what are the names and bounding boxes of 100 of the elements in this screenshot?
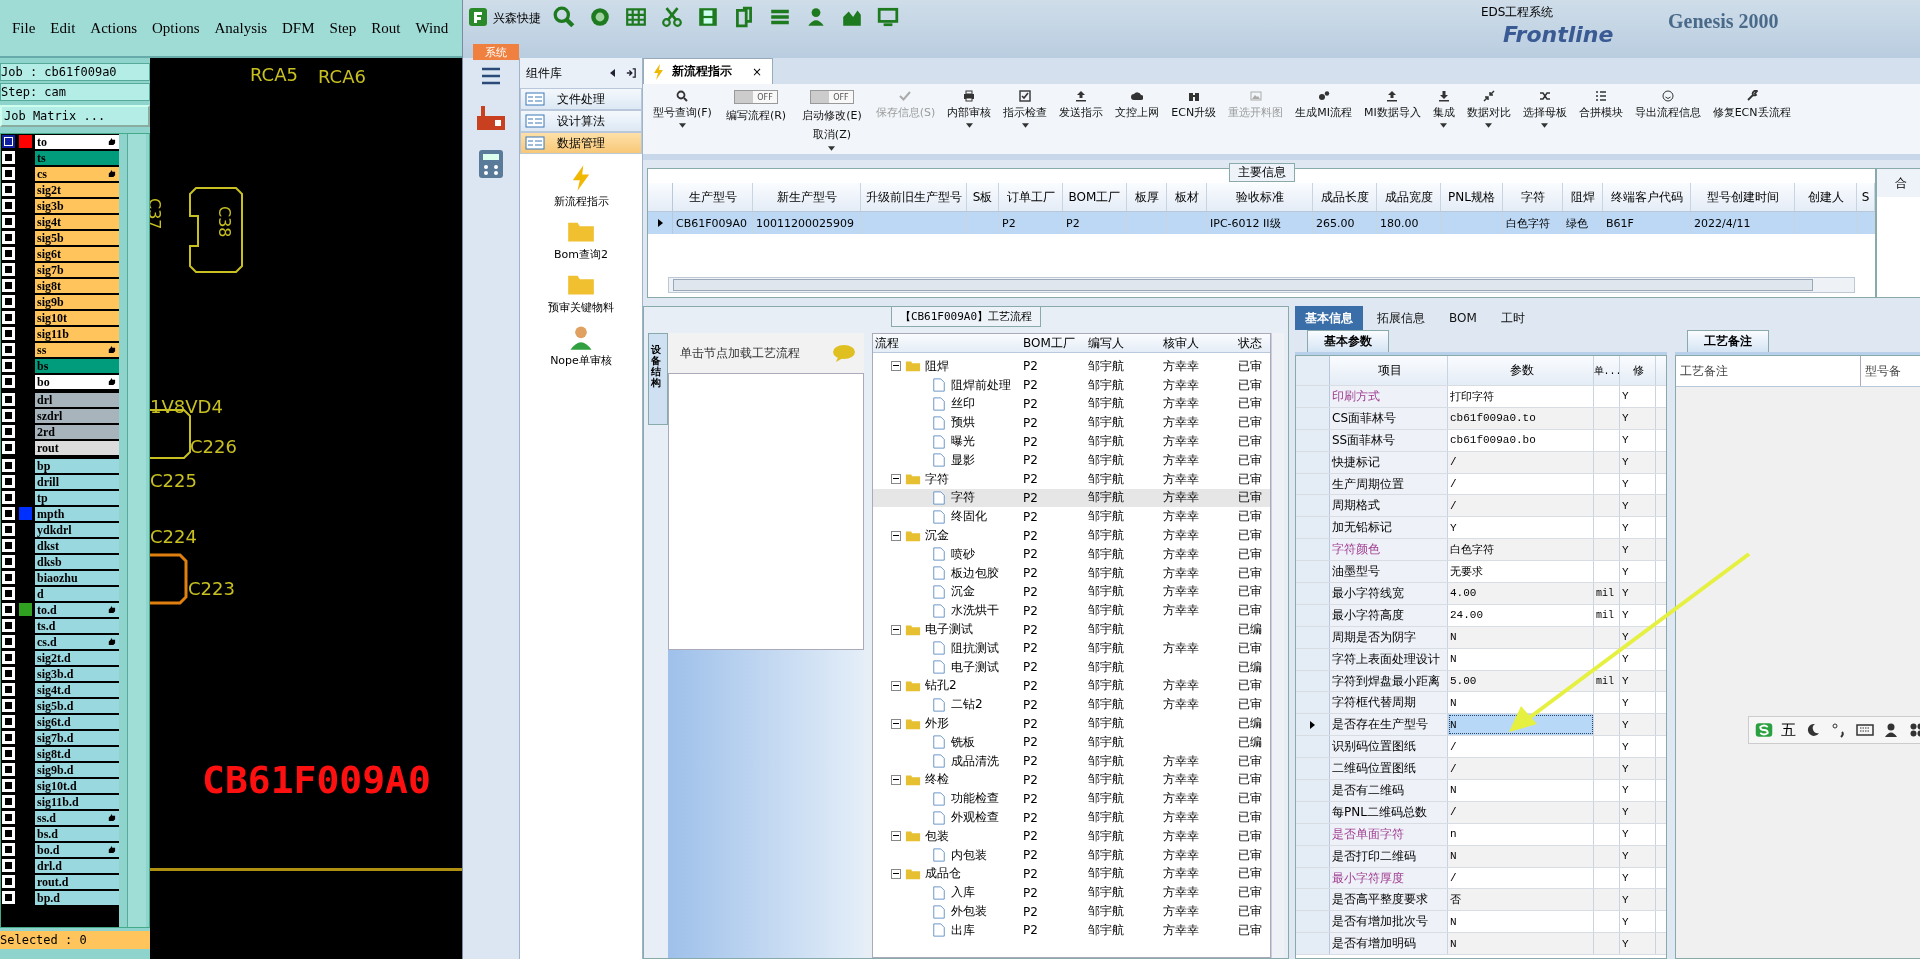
tree-row[interactable]: 沉金 P2 邹宇航 方幸幸 已审 <box>873 526 1270 545</box>
toggle-label[interactable]: 启动修改(E) <box>802 108 862 123</box>
parameter-row[interactable]: CS面菲林号 cb61f009a0.to Y <box>1296 407 1666 430</box>
layer-name[interactable]: ydkdrl <box>35 522 119 537</box>
tree-row[interactable]: 丝印 P2 邹宇航 方幸幸 已审 <box>873 394 1270 414</box>
column-header[interactable]: 修 <box>1620 356 1656 385</box>
column-header[interactable]: 工艺备注 <box>1676 356 1861 386</box>
column-header[interactable]: 型号创建时间 <box>1691 183 1795 211</box>
tree-row[interactable]: 字符 P2 邹宇航 方幸幸 已审 <box>873 488 1270 508</box>
tree-row[interactable]: 内包装 P2 邹宇航 方幸幸 已审 <box>873 845 1270 865</box>
toolbar-button[interactable]: 集成 <box>1426 90 1461 128</box>
collapse-left-icon[interactable] <box>608 68 618 78</box>
column-header[interactable]: S <box>1857 183 1875 211</box>
close-button[interactable]: × <box>752 64 763 79</box>
layer-name[interactable]: sig10t.d <box>35 778 119 793</box>
column-header[interactable]: 板厚 <box>1127 183 1167 211</box>
layer-name[interactable]: tp <box>35 490 119 505</box>
menu-item[interactable]: Rout <box>371 19 401 37</box>
layer-name[interactable]: cs <box>35 166 119 181</box>
tree-row[interactable]: 曝光 P2 邹宇航 方幸幸 已审 <box>873 432 1270 451</box>
layer-name[interactable]: rout.d <box>35 874 119 889</box>
tree-row[interactable]: 终检 P2 邹宇航 方幸幸 已审 <box>873 770 1270 790</box>
column-header[interactable]: 终端客户代码 <box>1603 183 1691 211</box>
parameter-row[interactable]: 是否有增加明码 N Y <box>1296 933 1666 956</box>
layer-name[interactable]: ts <box>35 150 119 165</box>
parameter-row[interactable]: 最小字符高度 24.00 mil Y <box>1296 604 1666 627</box>
layer-name[interactable]: sig11b <box>35 326 119 341</box>
tree-row[interactable]: 外观检查 P2 邹宇航 方幸幸 已审 <box>873 808 1270 827</box>
module-label[interactable]: Bom查询2 <box>554 247 608 262</box>
collapse-icon[interactable] <box>891 624 901 635</box>
tree-row[interactable]: 字符 P2 邹宇航 方幸幸 已审 <box>873 469 1270 489</box>
column-header[interactable]: 参数 <box>1448 356 1594 385</box>
parameter-row[interactable]: 是否打印二维码 N Y <box>1296 845 1666 868</box>
column-header[interactable]: 状态 <box>1232 334 1270 352</box>
layer-name[interactable]: sig8t.d <box>35 746 119 761</box>
toggle-label[interactable]: 取消(Z) <box>812 127 851 142</box>
parameter-row[interactable]: 最小字符线宽 4.00 mil Y <box>1296 583 1666 605</box>
module-label[interactable]: Nope单审核 <box>550 353 612 368</box>
menu-item[interactable]: Options <box>152 19 200 37</box>
parameter-row[interactable]: 是否高平整度要求 否 Y <box>1296 889 1666 912</box>
input-mode[interactable]: 五 <box>1781 720 1796 740</box>
film-icon[interactable] <box>697 6 719 28</box>
collapse-icon[interactable] <box>891 774 901 785</box>
layer-name[interactable]: ts.d <box>35 618 119 633</box>
parameter-row[interactable]: 是否单面字符 n Y <box>1296 823 1666 846</box>
layer-name[interactable]: bo <box>35 374 119 389</box>
layer-name[interactable]: sig2t.d <box>35 650 119 665</box>
column-header[interactable]: 字符 <box>1503 183 1563 211</box>
layer-name[interactable]: dkst <box>35 538 119 553</box>
toolbar-button[interactable]: 生成MI流程 <box>1289 90 1358 120</box>
menu-item[interactable]: File <box>12 19 36 37</box>
parameter-row[interactable]: SS面菲林号 cb61f009a0.bo Y <box>1296 429 1666 452</box>
menu-item[interactable]: Edit <box>50 19 76 37</box>
tree-row[interactable]: 成品仓 P2 邹宇航 方幸幸 已审 <box>873 864 1270 884</box>
toolbar-button[interactable]: 数据对比 <box>1460 90 1517 128</box>
tree-row[interactable]: 功能检查 P2 邹宇航 方幸幸 已审 <box>873 789 1270 809</box>
section-tab[interactable]: 基本参数 <box>1307 330 1389 352</box>
table-row[interactable]: CB61F009A0 10011200025909 P2 P2 IPC-6012 II级 265.00 180.00 白色字符 绿色 B61F 2022/4/11 <box>648 212 1875 234</box>
toggle-label[interactable]: 编写流程(R) <box>725 108 787 123</box>
parameter-row[interactable]: 每PNL二维码总数 / Y <box>1296 801 1666 824</box>
layer-name[interactable]: dksb <box>35 554 119 569</box>
tree-row[interactable]: 外包装 P2 邹宇航 方幸幸 已审 <box>873 902 1270 921</box>
layer-name[interactable]: drl <box>35 392 119 407</box>
layer-name[interactable]: bp <box>35 458 119 473</box>
tab[interactable]: 工时 <box>1490 306 1535 330</box>
tab[interactable]: 拓展信息 <box>1367 306 1435 330</box>
tree-row[interactable]: 阻焊 P2 邹宇航 方幸幸 已审 <box>873 357 1270 376</box>
tree-row[interactable]: 阻焊前处理 P2 邹宇航 方幸幸 已审 <box>873 375 1270 395</box>
menu-item[interactable]: Actions <box>90 19 137 37</box>
sign-in-icon[interactable] <box>626 68 636 78</box>
vertical-tab[interactable]: 设备结构 <box>648 333 668 425</box>
layer-name[interactable]: sig11b.d <box>35 794 119 809</box>
column-header[interactable]: 流程 <box>873 334 1017 352</box>
column-header[interactable]: 阻焊 <box>1563 183 1603 211</box>
layer-name[interactable]: sig6t.d <box>35 714 119 729</box>
collapse-icon[interactable] <box>891 474 901 485</box>
layer-name[interactable]: 2rd <box>35 424 119 439</box>
column-header[interactable]: 成品长度 <box>1313 183 1377 211</box>
library-item[interactable]: 设计算法 <box>520 110 642 132</box>
job-matrix-button[interactable]: Job Matrix ... <box>0 105 150 127</box>
collapse-icon[interactable] <box>891 361 901 372</box>
parameter-row[interactable]: 是否存在生产型号 N Y <box>1296 714 1666 737</box>
layer-name[interactable]: cs.d <box>35 634 119 649</box>
dropdown-caret-icon[interactable] <box>1541 123 1549 128</box>
layer-name[interactable]: rout <box>35 440 119 455</box>
column-header[interactable]: PNL规格 <box>1441 183 1503 211</box>
tree-row[interactable]: 显影 P2 邹宇航 方幸幸 已审 <box>873 451 1270 470</box>
s-logo-icon[interactable] <box>1755 722 1773 738</box>
toolbar-button[interactable]: 发送指示 <box>1053 90 1110 120</box>
dropdown-caret-icon[interactable] <box>1485 123 1493 128</box>
layer-name[interactable]: biaozhu <box>35 570 119 585</box>
layer-name[interactable]: sig5b <box>35 230 119 245</box>
horizontal-scrollbar[interactable] <box>668 277 1855 293</box>
toolbar-button[interactable]: 型号查询(F) <box>647 90 718 128</box>
layer-name[interactable]: drill <box>35 474 119 489</box>
layer-name[interactable]: sig4t <box>35 214 119 229</box>
tree-row[interactable]: 沉金 P2 邹宇航 方幸幸 已审 <box>873 582 1270 602</box>
toolbar-button[interactable]: 指示检查 <box>997 90 1054 128</box>
parameter-row[interactable]: 是否有二维码 N Y <box>1296 780 1666 802</box>
parameter-row[interactable]: 二维码位置图纸 / Y <box>1296 758 1666 781</box>
